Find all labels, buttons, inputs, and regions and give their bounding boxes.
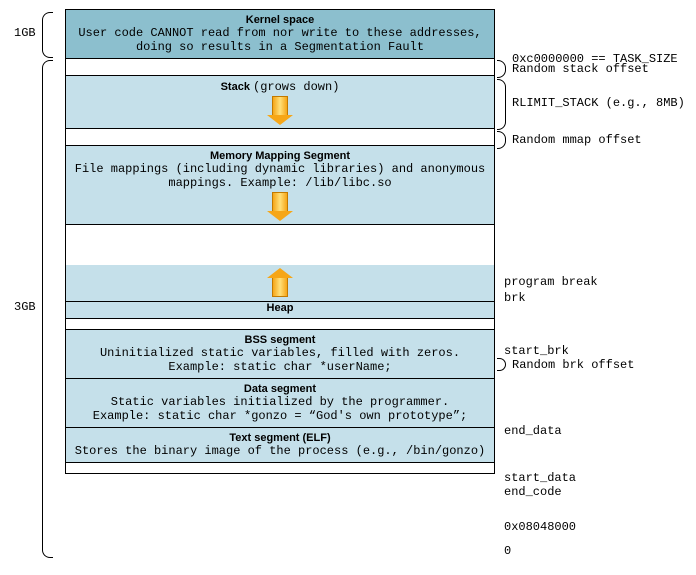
bss-desc2: Example: static char *userName;: [72, 360, 488, 374]
gap-stack-offset: [65, 58, 495, 76]
data-desc1: Static variables initialized by the prog…: [72, 395, 488, 409]
mmap-desc: File mappings (including dynamic librari…: [72, 162, 488, 190]
brace-3gb: [42, 60, 53, 558]
segment-heap: Heap: [65, 301, 495, 319]
brace-brk-offset: [497, 358, 506, 371]
label-3gb: 3GB: [14, 300, 36, 314]
brace-stack-offset: [497, 60, 506, 78]
left-column: 1GB 3GB: [10, 10, 55, 565]
segment-kernel: Kernel space User code CANNOT read from …: [65, 9, 495, 59]
stack-arrow-row: [65, 94, 495, 129]
heap-title: Heap: [72, 302, 488, 314]
segment-mmap: Memory Mapping Segment File mappings (in…: [65, 145, 495, 191]
bss-title: BSS segment: [72, 334, 488, 346]
text-title: Text segment (ELF): [72, 432, 488, 444]
label-1gb: 1GB: [14, 26, 36, 40]
memory-layout-diagram: 1GB 3GB Kernel space User code CANNOT re…: [10, 10, 690, 565]
label-brk: brk: [504, 291, 526, 305]
label-text-start: 0x08048000: [504, 520, 576, 534]
segment-data: Data segment Static variables initialize…: [65, 378, 495, 428]
arrow-down-icon: [272, 96, 288, 116]
data-title: Data segment: [72, 383, 488, 395]
label-zero: 0: [504, 544, 511, 558]
label-random-stack: Random stack offset: [512, 62, 649, 76]
text-desc: Stores the binary image of the process (…: [72, 444, 488, 458]
segments-column: Kernel space User code CANNOT read from …: [65, 10, 495, 474]
arrow-up-icon: [272, 277, 288, 297]
brace-rlimit: [497, 79, 506, 130]
stack-note: (grows down): [253, 80, 339, 94]
kernel-title: Kernel space: [72, 14, 488, 26]
label-random-mmap: Random mmap offset: [512, 133, 642, 147]
bss-desc1: Uninitialized static variables, filled w…: [72, 346, 488, 360]
segment-bss: BSS segment Uninitialized static variabl…: [65, 329, 495, 379]
brace-mmap-offset: [497, 131, 506, 149]
segment-text: Text segment (ELF) Stores the binary ima…: [65, 427, 495, 463]
label-rlimit: RLIMIT_STACK (e.g., 8MB): [512, 96, 685, 110]
label-end-data: end_data: [504, 424, 562, 438]
label-end-code: end_code: [504, 485, 562, 499]
stack-title: Stack: [221, 81, 250, 93]
gap-bottom: [65, 462, 495, 474]
label-start-brk: start_brk: [504, 344, 569, 358]
label-start-data: start_data: [504, 471, 576, 485]
label-random-brk: Random brk offset: [512, 358, 634, 372]
gap-mmap-offset: [65, 128, 495, 146]
label-program-break: program break: [504, 275, 598, 289]
kernel-desc: User code CANNOT read from nor write to …: [72, 26, 488, 54]
data-desc2: Example: static char *gonzo = “God's own…: [72, 409, 488, 423]
brace-1gb: [42, 12, 53, 58]
gap-unmapped: [65, 224, 495, 266]
mmap-title: Memory Mapping Segment: [72, 150, 488, 162]
heap-arrow-row: [65, 265, 495, 302]
mmap-arrow-row: [65, 190, 495, 225]
arrow-down-icon: [272, 192, 288, 212]
segment-stack: Stack (grows down): [65, 75, 495, 95]
